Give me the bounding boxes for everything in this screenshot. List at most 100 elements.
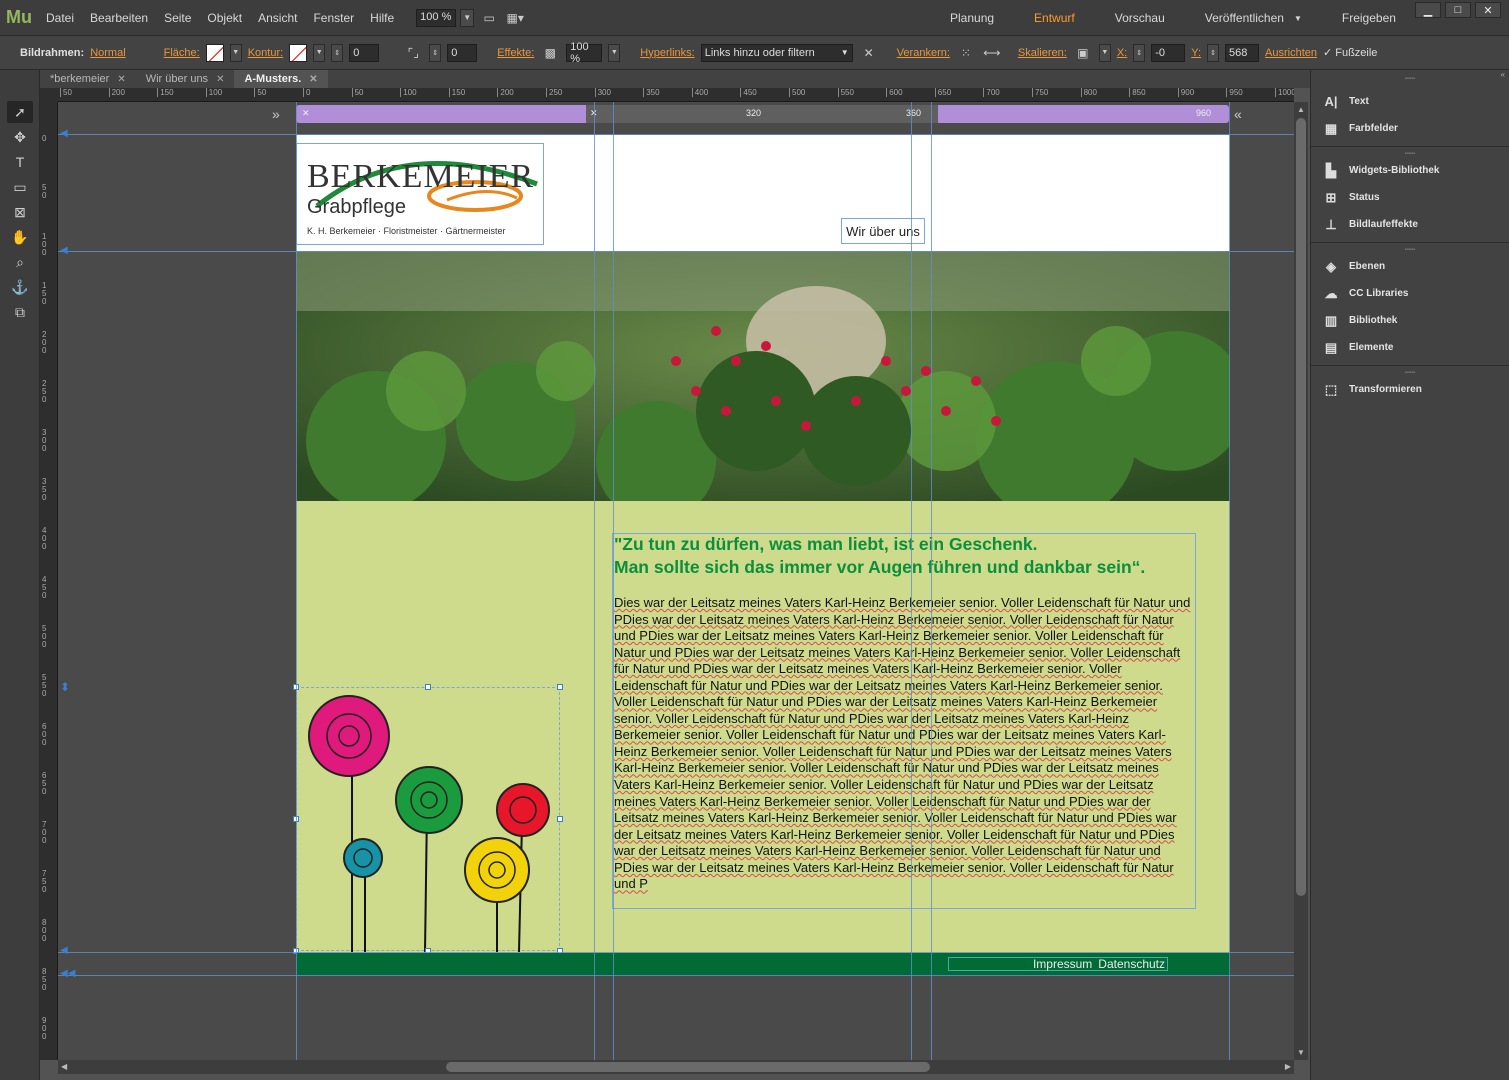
- design-canvas[interactable]: ✕ ✕ 320 360 960 » « BERKEMEIER Grabpfleg…: [58, 102, 1294, 1060]
- tab-wir-ueber-uns[interactable]: Wir über uns ✕: [136, 70, 235, 88]
- panel-widgets[interactable]: ▙ Widgets-Bibliothek: [1311, 157, 1509, 184]
- scale-dropdown-icon[interactable]: ▼: [1098, 43, 1111, 62]
- stroke-width-input[interactable]: 0: [349, 43, 380, 62]
- hyperlinks-label[interactable]: Hyperlinks:: [640, 47, 694, 59]
- panel-elemente[interactable]: ▤ Elemente: [1311, 334, 1509, 361]
- anchor-grid-icon[interactable]: ⁙: [956, 44, 976, 62]
- footer-guide[interactable]: [58, 952, 1294, 953]
- stroke-stepper-icon[interactable]: ⇕: [331, 43, 344, 62]
- close-icon[interactable]: ✕: [309, 74, 317, 85]
- scroll-left-icon[interactable]: ◀: [61, 1062, 67, 1071]
- view-options-icon[interactable]: ▦▾: [504, 9, 526, 27]
- panel-status[interactable]: ⊞ Status: [1311, 184, 1509, 211]
- horizontal-scroll-thumb[interactable]: [446, 1062, 930, 1072]
- logo-frame[interactable]: BERKEMEIER Grabpflege K. H. Berkemeier ·…: [296, 143, 544, 245]
- column-guide[interactable]: [296, 102, 297, 1060]
- menu-seite[interactable]: Seite: [156, 0, 199, 36]
- scroll-up-icon[interactable]: ▲: [1297, 105, 1305, 114]
- vertical-ruler[interactable]: 0 50 100 150 200 250 300 350 400 450 500 550 600 650 7…: [40, 102, 58, 1060]
- panel-cc-libraries[interactable]: ☁ CC Libraries: [1311, 280, 1509, 307]
- fill-swatch[interactable]: [205, 43, 224, 62]
- clear-link-icon[interactable]: ✕: [859, 44, 879, 62]
- panel-bildlaufeffekte[interactable]: ⊥ Bildlaufeffekte: [1311, 211, 1509, 238]
- anchor-label[interactable]: Verankern:: [897, 47, 950, 59]
- tab-berkemeier[interactable]: *berkemeier ✕: [40, 70, 136, 88]
- zoom-tool-icon[interactable]: ⌕: [7, 251, 33, 273]
- hand-tool-icon[interactable]: ✋: [7, 226, 33, 248]
- footer-links[interactable]: Impressum Datenschutz: [948, 957, 1168, 971]
- opacity-dropdown-icon[interactable]: ▼: [608, 43, 621, 62]
- panel-text[interactable]: A| Text: [1311, 88, 1509, 115]
- align-link[interactable]: Ausrichten: [1265, 47, 1317, 59]
- panel-ebenen[interactable]: ◈ Ebenen: [1311, 253, 1509, 280]
- footer-checkbox[interactable]: ✓ Fußzeile: [1323, 46, 1377, 60]
- corner-stepper-icon[interactable]: ⇕: [429, 43, 442, 62]
- effects-label[interactable]: Effekte:: [497, 47, 534, 59]
- flowers-illustration[interactable]: [293, 684, 563, 954]
- scroll-right-icon[interactable]: ▶: [1285, 1062, 1291, 1071]
- scroll-down-icon[interactable]: ▼: [1297, 1048, 1305, 1057]
- header-guide[interactable]: [58, 251, 1294, 252]
- anchor-tool-icon[interactable]: ⚓: [7, 276, 33, 298]
- resize-handle[interactable]: [557, 684, 563, 690]
- menu-objekt[interactable]: Objekt: [199, 0, 250, 36]
- fill-dropdown-icon[interactable]: ▼: [229, 43, 242, 62]
- image-frame-tool-icon[interactable]: ⊠: [7, 201, 33, 223]
- column-guide[interactable]: [911, 102, 912, 1060]
- mode-veroeffentlichen[interactable]: Veröffentlichen ▼: [1185, 0, 1322, 36]
- fill-label[interactable]: Fläche:: [164, 47, 200, 59]
- page-artboard[interactable]: BERKEMEIER Grabpflege K. H. Berkemeier ·…: [293, 135, 1230, 975]
- mode-freigeben[interactable]: Freigeben: [1322, 0, 1416, 36]
- preview-page-icon[interactable]: ▭: [478, 9, 500, 27]
- stroke-label[interactable]: Kontur:: [248, 47, 283, 59]
- stroke-swatch[interactable]: [289, 43, 308, 62]
- stroke-dropdown-icon[interactable]: ▼: [313, 43, 326, 62]
- maximize-icon[interactable]: □: [1445, 2, 1471, 18]
- hyperlinks-input[interactable]: Links hinzu oder filtern ▼: [700, 43, 853, 62]
- hero-image[interactable]: [296, 251, 1230, 501]
- horizontal-ruler[interactable]: 50 200 150 100 50 0 50 100 150 200 250 300 350 400 450…: [58, 88, 1294, 102]
- nav-link-wir-ueber-uns[interactable]: Wir über uns: [841, 218, 925, 244]
- x-input[interactable]: -0: [1151, 43, 1186, 62]
- rectangle-tool-icon[interactable]: ▭: [7, 176, 33, 198]
- y-stepper-icon[interactable]: ⇕: [1207, 43, 1220, 62]
- column-guide[interactable]: [613, 102, 614, 1060]
- scale-mode-icon[interactable]: ▣: [1073, 44, 1093, 62]
- chevron-right-icon[interactable]: »: [272, 106, 280, 122]
- horizontal-scrollbar[interactable]: ◀ ▶: [58, 1060, 1294, 1074]
- corner-radius-icon[interactable]: ⌜⌟: [403, 44, 423, 62]
- panel-bibliothek[interactable]: ▥ Bibliothek: [1311, 307, 1509, 334]
- menu-ansicht[interactable]: Ansicht: [250, 0, 305, 36]
- zoom-dropdown-icon[interactable]: ▼: [460, 8, 475, 27]
- fill-stroke-tool-icon[interactable]: ⧉: [7, 301, 33, 323]
- footer-guide[interactable]: [58, 975, 1294, 976]
- menu-datei[interactable]: Datei: [38, 0, 82, 36]
- breakpoint-mid-range[interactable]: ✕ 320 360: [586, 105, 938, 123]
- resize-handle[interactable]: [557, 816, 563, 822]
- opacity-input[interactable]: 100 %: [566, 41, 603, 65]
- vertical-scrollbar[interactable]: ▲ ▼: [1294, 102, 1308, 1060]
- resize-handle[interactable]: [425, 684, 431, 690]
- zoom-input[interactable]: 100 %: [416, 8, 457, 27]
- selection-tool-icon[interactable]: ➚: [7, 101, 33, 123]
- panel-transformieren[interactable]: ⬚ Transformieren: [1311, 376, 1509, 403]
- panel-grip[interactable]: ▪▪▪▪▪: [1311, 76, 1509, 82]
- column-guide[interactable]: [1229, 102, 1230, 1060]
- close-icon[interactable]: ✕: [216, 74, 224, 85]
- vertical-scroll-thumb[interactable]: [1296, 118, 1306, 896]
- header-marker-icon[interactable]: ◀: [60, 245, 68, 256]
- header-marker-icon[interactable]: ◀: [60, 128, 68, 139]
- menu-hilfe[interactable]: Hilfe: [362, 0, 402, 36]
- mode-vorschau[interactable]: Vorschau: [1095, 0, 1185, 36]
- mode-entwurf[interactable]: Entwurf: [1014, 0, 1095, 36]
- drag-marker-icon[interactable]: ⬍: [60, 680, 70, 694]
- column-guide[interactable]: [931, 102, 932, 1060]
- footer-link-impressum[interactable]: Impressum: [1033, 957, 1092, 971]
- panel-farbfelder[interactable]: ▦ Farbfelder: [1311, 115, 1509, 142]
- x-stepper-icon[interactable]: ⇕: [1133, 43, 1146, 62]
- footer-marker-icon[interactable]: ◀: [60, 945, 68, 956]
- crop-tool-icon[interactable]: ✥: [7, 126, 33, 148]
- minimize-icon[interactable]: ▁: [1415, 2, 1441, 18]
- text-tool-icon[interactable]: T: [7, 151, 33, 173]
- frame-style-link[interactable]: Normal: [90, 47, 125, 59]
